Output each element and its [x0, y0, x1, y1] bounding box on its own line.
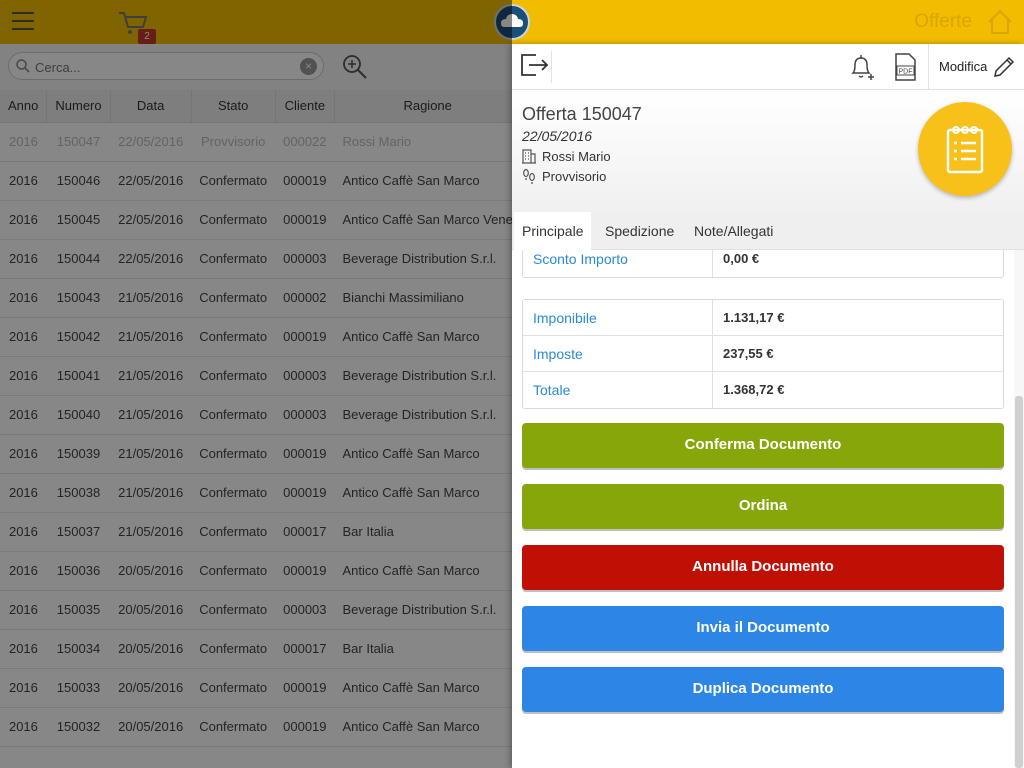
modal-overlay[interactable] — [0, 0, 512, 768]
footsteps-icon — [523, 168, 535, 184]
tab-principale[interactable]: Principale — [514, 212, 592, 250]
field-row-imposte: Imposte 237,55 € — [523, 336, 1003, 372]
building-icon — [522, 149, 536, 164]
client-name: Rossi Mario — [542, 149, 611, 164]
status-line: Provvisorio — [522, 168, 606, 184]
panel-scrollbar[interactable] — [1014, 250, 1024, 768]
duplicate-document-button[interactable]: Duplica Documento — [522, 667, 1004, 712]
exit-button[interactable] — [518, 51, 552, 83]
document-header: Offerta 150047 22/05/2016 Rossi Mario Pr… — [512, 90, 1024, 212]
field-value: 1.131,17 € — [723, 310, 785, 325]
exit-icon — [521, 54, 549, 76]
page-title: Offerte — [914, 11, 972, 32]
panel-body: Sconto Importo 0,00 € Imponibile 1.131,1… — [512, 250, 1014, 768]
document-title: Offerta 150047 — [522, 104, 642, 124]
edit-button[interactable]: Modifica — [928, 44, 1024, 90]
field-value: 237,55 € — [723, 346, 774, 361]
home-icon[interactable] — [986, 8, 1014, 36]
field-row-sconto: Sconto Importo 0,00 € — [523, 250, 1003, 277]
totals-table: Imponibile 1.131,17 € Imposte 237,55 € T… — [522, 299, 1004, 409]
field-value: 0,00 € — [723, 251, 760, 266]
field-label: Totale — [523, 372, 713, 408]
field-label: Imposte — [523, 336, 713, 372]
edit-label: Modifica — [939, 59, 988, 74]
field-label: Sconto Importo — [523, 250, 713, 277]
send-document-button[interactable]: Invia il Documento — [522, 606, 1004, 651]
pdf-icon[interactable]: PDF — [892, 53, 918, 81]
svg-text:PDF: PDF — [899, 69, 913, 76]
document-date: 22/05/2016 — [522, 128, 593, 144]
confirm-document-button[interactable]: Conferma Documento — [522, 423, 1004, 468]
tab-note-allegati[interactable]: Note/Allegati — [686, 212, 781, 250]
discount-table: Sconto Importo 0,00 € — [522, 250, 1004, 278]
field-value: 1.368,72 € — [723, 382, 785, 397]
status-text: Provvisorio — [542, 169, 607, 184]
order-button[interactable]: Ordina — [522, 484, 1004, 529]
field-row-totale: Totale 1.368,72 € — [523, 372, 1003, 408]
scrollbar-thumb[interactable] — [1015, 396, 1023, 768]
tab-bar: Principale Spedizione Note/Allegati — [512, 212, 1024, 250]
cancel-document-button[interactable]: Annulla Documento — [522, 545, 1004, 590]
client-line: Rossi Mario — [522, 148, 611, 164]
bell-add-icon[interactable] — [848, 53, 874, 81]
document-list-icon — [918, 102, 1012, 196]
panel-toolbar: PDF Modifica — [512, 44, 1024, 90]
pencil-icon — [994, 56, 1015, 77]
tab-spedizione[interactable]: Spedizione — [597, 212, 682, 250]
field-label: Imponibile — [523, 300, 713, 336]
document-panel: PDF Modifica Offerta 150047 22/05/2016 R… — [512, 44, 1024, 768]
field-row-imponibile: Imponibile 1.131,17 € — [523, 300, 1003, 336]
